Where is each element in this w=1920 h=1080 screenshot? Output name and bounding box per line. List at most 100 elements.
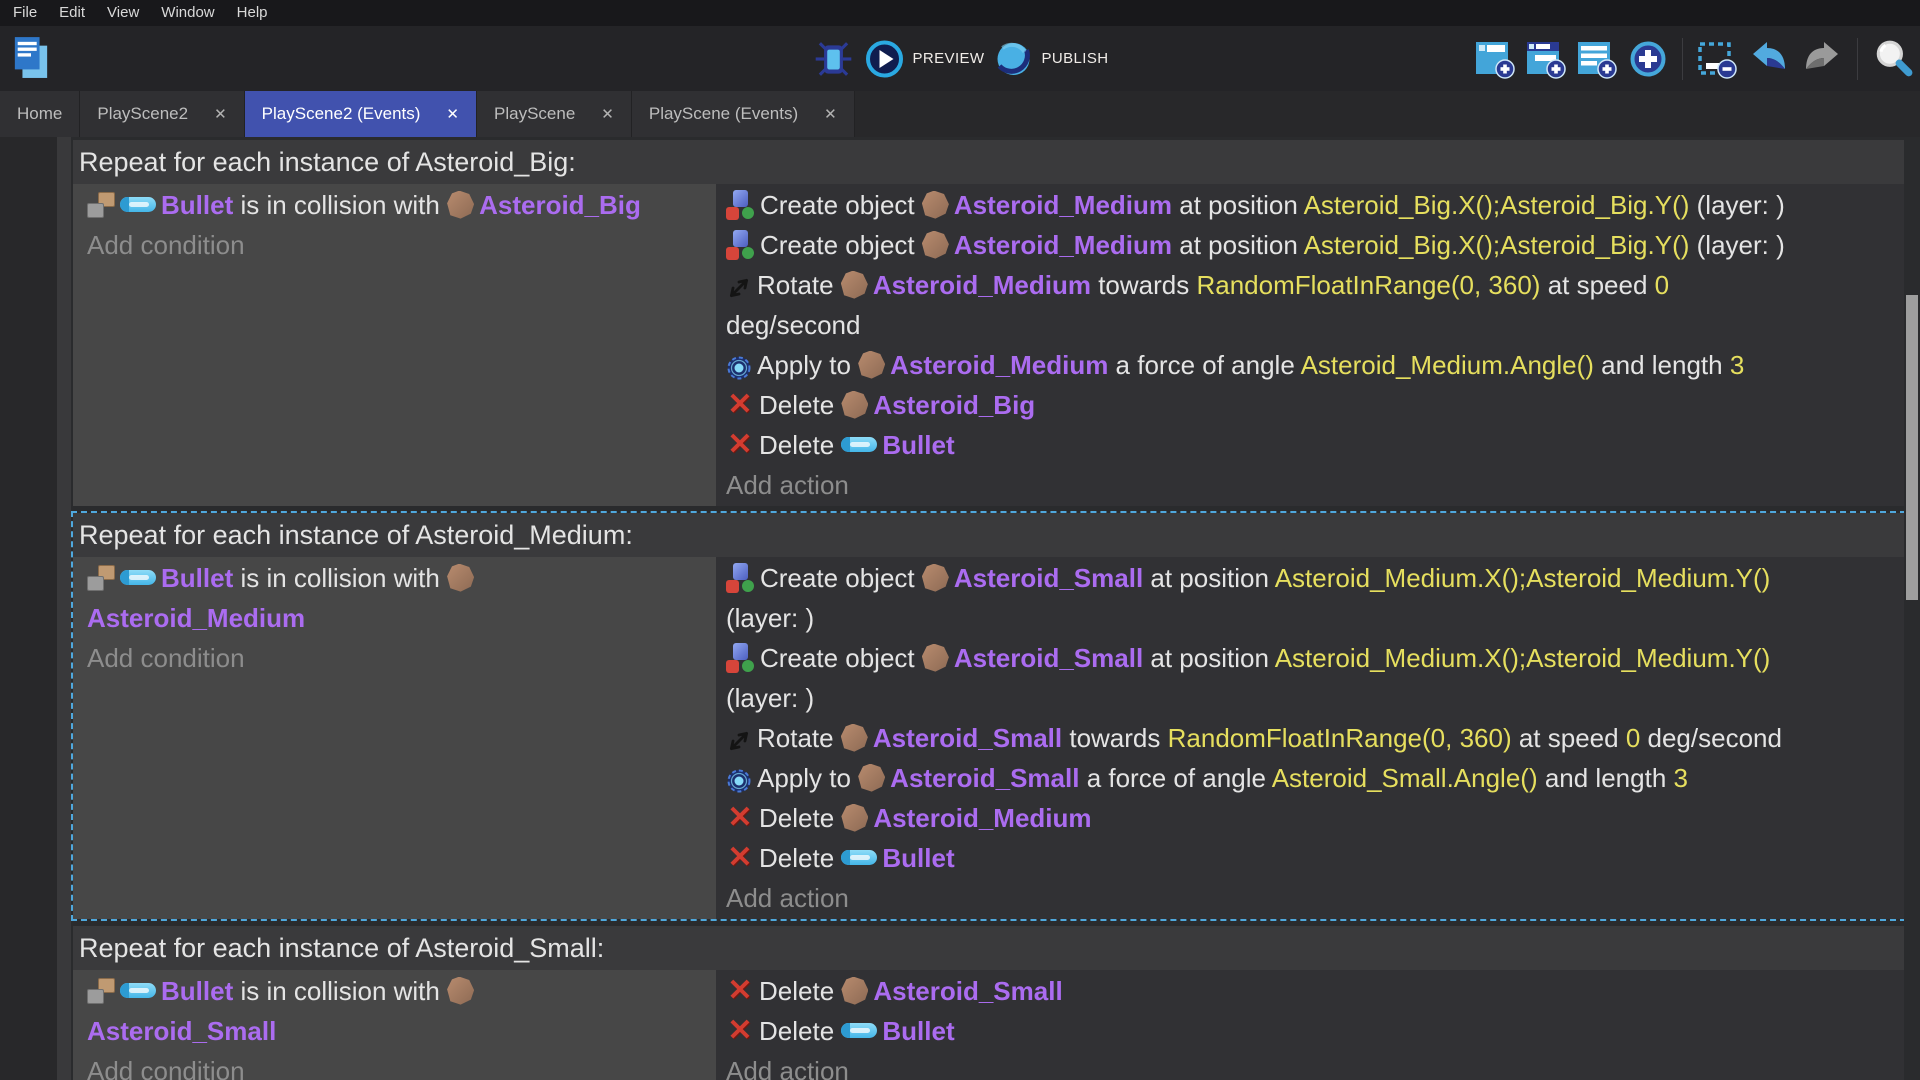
text-segment: Delete <box>759 976 841 1006</box>
text-segment: Apply to <box>757 763 858 793</box>
add-action-button[interactable]: Add action <box>726 465 1898 505</box>
action-row[interactable]: ✕Delete Asteroid_Big <box>726 385 1898 425</box>
event-header[interactable]: Repeat for each instance of Asteroid_Big… <box>73 140 1904 184</box>
text-segment: (layer: ) <box>1689 230 1784 260</box>
text-segment: Apply to <box>757 350 858 380</box>
text-segment: Asteroid_Small <box>873 976 1062 1006</box>
action-row[interactable]: Create object Asteroid_Medium at positio… <box>726 185 1898 225</box>
text-segment: Rotate <box>757 723 841 753</box>
action-row[interactable]: ✕Delete Asteroid_Medium <box>726 798 1898 838</box>
bullet-icon <box>841 437 877 452</box>
choose-event-icon[interactable] <box>1628 39 1668 79</box>
tab-close-icon[interactable]: ✕ <box>601 105 614 123</box>
menu-item-edit[interactable]: Edit <box>48 0 96 26</box>
condition-row[interactable]: Bullet is in collision with Asteroid_Big <box>87 185 708 225</box>
add-condition-button[interactable]: Add condition <box>87 638 708 678</box>
add-condition-button[interactable]: Add condition <box>87 1051 708 1080</box>
text-segment: Asteroid_Medium.X();Asteroid_Medium.Y() <box>1275 563 1771 593</box>
asteroid-icon <box>841 977 868 1005</box>
text-segment: Asteroid_Medium <box>87 603 305 633</box>
text-segment: Create object <box>760 643 922 673</box>
text-segment: Asteroid_Big.X();Asteroid_Big.Y() <box>1304 190 1690 220</box>
text-segment: is in collision with <box>233 563 447 593</box>
add-condition-button[interactable]: Add condition <box>87 225 708 265</box>
text-segment: Asteroid_Medium.X();Asteroid_Medium.Y() <box>1275 643 1771 673</box>
undo-icon[interactable] <box>1748 39 1790 79</box>
text-segment: (layer: ) <box>726 683 814 713</box>
action-row[interactable]: ✕Delete Bullet <box>726 1011 1898 1051</box>
add-action-button[interactable]: Add action <box>726 1051 1898 1080</box>
tab-close-icon[interactable]: ✕ <box>446 105 459 123</box>
text-segment: Asteroid_Small <box>954 563 1143 593</box>
menu-item-view[interactable]: View <box>96 0 150 26</box>
delete-icon: ✕ <box>726 804 754 832</box>
tab-close-icon[interactable]: ✕ <box>824 105 837 123</box>
search-icon[interactable] <box>1872 38 1914 80</box>
delete-icon: ✕ <box>726 391 754 419</box>
scrollbar[interactable] <box>1904 137 1920 1080</box>
text-segment: Asteroid_Big <box>479 190 641 220</box>
tab-playscene2-events-[interactable]: PlayScene2 (Events) ✕ <box>245 91 477 137</box>
menu-item-window[interactable]: Window <box>150 0 225 26</box>
add-event-icon[interactable] <box>1475 39 1515 79</box>
event-block: Repeat for each instance of Asteroid_Big… <box>73 140 1904 506</box>
text-segment: Delete <box>759 803 841 833</box>
events-list: Repeat for each instance of Asteroid_Big… <box>73 140 1904 1080</box>
text-segment: at speed <box>1540 270 1654 300</box>
events-sheet: Repeat for each instance of Asteroid_Big… <box>0 137 1920 1080</box>
asteroid-icon <box>447 191 474 219</box>
action-row[interactable]: ✕Delete Asteroid_Small <box>726 971 1898 1011</box>
text-segment: is in collision with <box>233 976 447 1006</box>
debug-icon[interactable] <box>812 38 856 80</box>
bullet-icon <box>841 850 877 865</box>
tab-playscene-events-[interactable]: PlayScene (Events)✕ <box>632 91 855 137</box>
publish-button[interactable]: PUBLISH <box>993 39 1108 79</box>
text-segment: (layer: ) <box>1689 190 1784 220</box>
text-segment: is in collision with <box>233 190 447 220</box>
menu-item-help[interactable]: Help <box>226 0 279 26</box>
event-header[interactable]: Repeat for each instance of Asteroid_Sma… <box>73 926 1904 970</box>
menu-item-file[interactable]: File <box>2 0 48 26</box>
action-row[interactable]: Rotate Asteroid_Small towards RandomFloa… <box>726 718 1898 758</box>
toolbar: PREVIEW PUBLISH <box>0 26 1920 91</box>
text-segment: Delete <box>759 843 841 873</box>
text-segment: deg/second <box>726 310 860 340</box>
text-segment: Bullet <box>161 190 233 220</box>
text-segment: Rotate <box>757 270 841 300</box>
condition-row[interactable]: Bullet is in collision with Asteroid_Sma… <box>87 971 708 1051</box>
action-row[interactable]: ✕Delete Bullet <box>726 838 1898 878</box>
tab-playscene[interactable]: PlayScene✕ <box>477 91 632 137</box>
text-segment: Asteroid_Small <box>873 723 1062 753</box>
text-segment: Asteroid_Small <box>890 763 1079 793</box>
delete-icon: ✕ <box>726 431 754 459</box>
event-header[interactable]: Repeat for each instance of Asteroid_Med… <box>73 513 1904 557</box>
preview-button[interactable]: PREVIEW <box>865 39 985 79</box>
publish-label: PUBLISH <box>1041 50 1108 67</box>
add-subevent-icon[interactable] <box>1526 39 1566 79</box>
tab-playscene2[interactable]: PlayScene2✕ <box>80 91 244 137</box>
tab-close-icon[interactable]: ✕ <box>214 105 227 123</box>
text-segment: Asteroid_Medium <box>873 803 1091 833</box>
collision-icon <box>87 192 115 218</box>
action-row[interactable]: Create object Asteroid_Medium at positio… <box>726 225 1898 265</box>
add-action-button[interactable]: Add action <box>726 878 1898 918</box>
action-row[interactable]: Create object Asteroid_Small at position… <box>726 638 1898 718</box>
action-row[interactable]: ✕Delete Bullet <box>726 425 1898 465</box>
action-row[interactable]: Create object Asteroid_Small at position… <box>726 558 1898 638</box>
remove-event-icon[interactable] <box>1697 39 1737 79</box>
create-icon <box>726 230 755 260</box>
add-comment-icon[interactable] <box>1577 39 1617 79</box>
scrollbar-thumb[interactable] <box>1906 295 1918 600</box>
tab-label: PlayScene2 (Events) <box>262 104 421 124</box>
text-segment: at position <box>1143 563 1275 593</box>
actions-column: Create object Asteroid_Medium at positio… <box>716 184 1904 506</box>
condition-row[interactable]: Bullet is in collision with Asteroid_Med… <box>87 558 708 638</box>
project-manager-icon[interactable] <box>12 34 50 87</box>
tab-home[interactable]: Home <box>0 91 80 137</box>
delete-icon: ✕ <box>726 1017 754 1045</box>
redo-icon[interactable] <box>1801 39 1843 79</box>
action-row[interactable]: Apply to Asteroid_Small a force of angle… <box>726 758 1898 798</box>
action-row[interactable]: Apply to Asteroid_Medium a force of angl… <box>726 345 1898 385</box>
text-segment: Asteroid_Medium <box>873 270 1091 300</box>
action-row[interactable]: Rotate Asteroid_Medium towards RandomFlo… <box>726 265 1898 345</box>
